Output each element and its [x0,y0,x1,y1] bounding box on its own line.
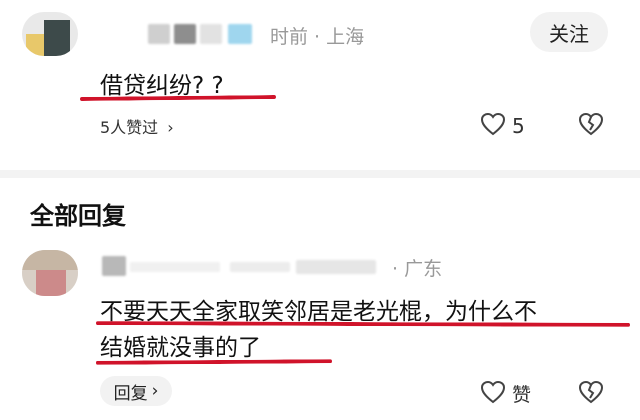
like-count: 5 [512,114,525,138]
commenter-name-blurred[interactable] [148,22,288,44]
heart-outline-icon [480,112,506,136]
reply-like-label: 赞 [512,384,532,406]
chevron-right-icon: › [151,381,159,401]
replier-avatar[interactable] [22,250,78,296]
broken-heart-icon [578,112,604,136]
likers-link[interactable]: 5人赞过 › [100,114,174,138]
comment-meta: 时前 · 上海 [270,26,365,48]
likers-text: 5人赞过 [100,118,159,137]
commenter-avatar[interactable] [22,12,78,56]
section-title: 全部回复 [30,202,126,230]
section-divider [0,170,640,178]
dislike-button[interactable] [578,112,604,140]
broken-heart-icon [578,380,604,404]
like-button[interactable] [480,112,506,140]
reply-dislike-button[interactable] [578,380,604,408]
follow-button[interactable]: 关注 [530,12,608,52]
replier-name-blurred[interactable] [100,254,390,276]
reply-like-button[interactable] [480,380,506,408]
reply-meta: · 广东 [392,258,443,280]
red-underline [95,321,631,327]
chevron-right-icon: › [167,118,174,137]
red-underline [79,94,277,102]
reply-label: 回复 [113,383,148,404]
reply-text-line2: 结婚就没事的了 [100,335,261,361]
reply-button[interactable]: 回复 › [100,376,172,406]
red-underline [95,359,333,365]
heart-outline-icon [480,380,506,404]
